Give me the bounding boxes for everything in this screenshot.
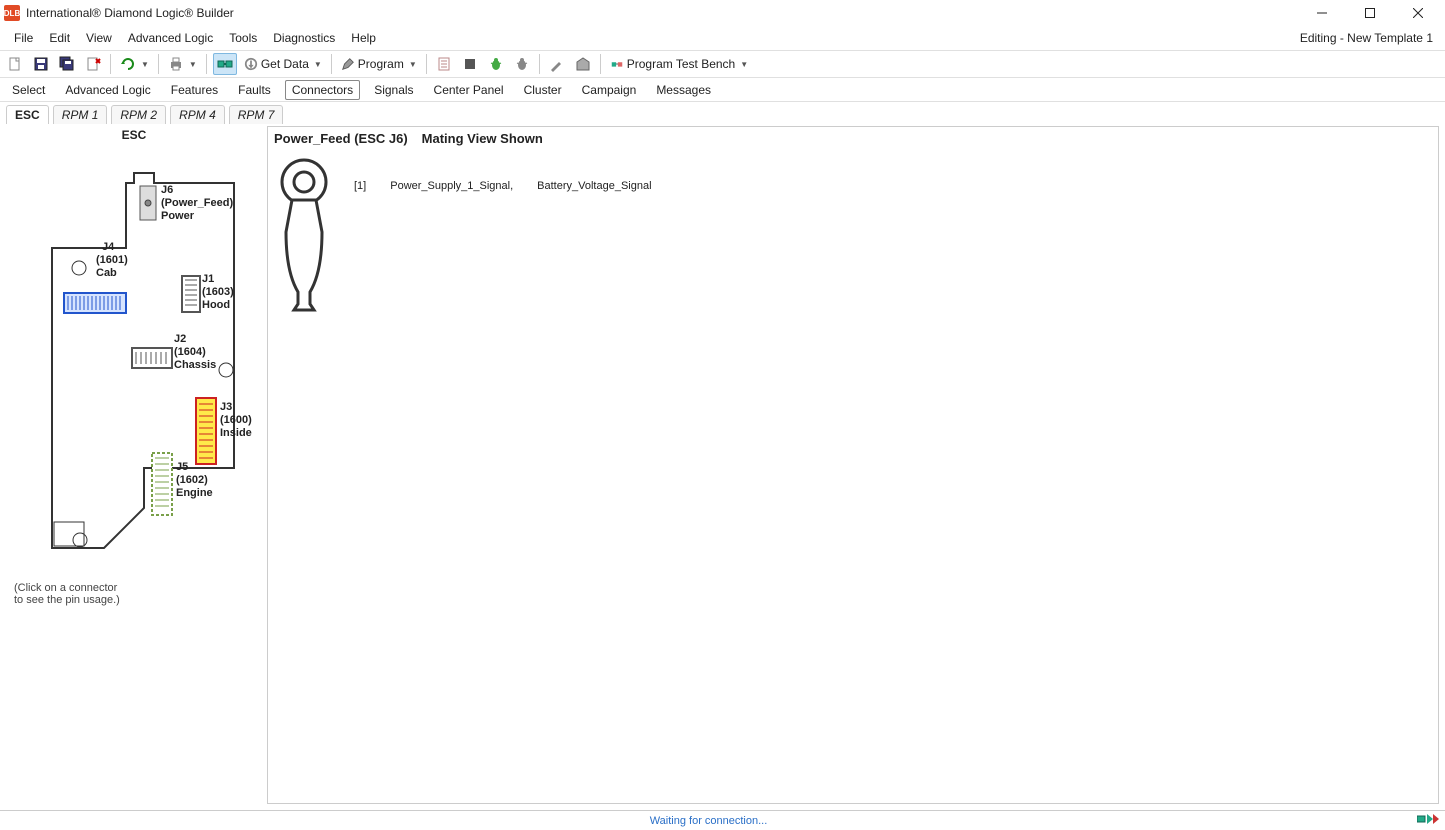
connector-j3[interactable] xyxy=(196,398,216,464)
get-data-button[interactable]: Get Data▼ xyxy=(241,53,325,75)
svg-text:J6: J6 xyxy=(161,184,173,196)
bug-green-icon[interactable] xyxy=(485,53,507,75)
svg-text:Cab: Cab xyxy=(96,267,117,279)
statusbar: Waiting for connection... xyxy=(0,810,1445,830)
svg-text:Chassis: Chassis xyxy=(174,359,216,371)
pin-signal-2: Battery_Voltage_Signal xyxy=(537,180,651,192)
stop-icon[interactable] xyxy=(459,53,481,75)
print-icon[interactable]: ▼ xyxy=(165,53,200,75)
get-data-label: Get Data xyxy=(261,57,309,71)
svg-text:J5: J5 xyxy=(176,461,188,473)
status-text: Waiting for connection... xyxy=(6,815,1411,827)
connector-detail-subtitle: Mating View Shown xyxy=(422,131,543,146)
toolbar: ▼ ▼ Get Data▼ Program▼ Program Test Benc… xyxy=(0,50,1445,78)
subtab-campaign[interactable]: Campaign xyxy=(576,81,643,99)
svg-text:Hood: Hood xyxy=(202,299,230,311)
menu-view[interactable]: View xyxy=(78,29,120,47)
close-button[interactable] xyxy=(1395,0,1441,26)
connector-j6[interactable] xyxy=(140,186,156,220)
svg-text:(1603): (1603) xyxy=(202,286,234,298)
subtab-advanced-logic[interactable]: Advanced Logic xyxy=(59,81,156,99)
report-icon[interactable] xyxy=(433,53,455,75)
svg-text:(1601): (1601) xyxy=(96,254,128,266)
svg-text:Engine: Engine xyxy=(176,487,213,499)
right-panel: Power_Feed (ESC J6) Mating View Shown [1… xyxy=(267,126,1439,804)
subtab-faults[interactable]: Faults xyxy=(232,81,277,99)
module-tab-rpm2[interactable]: RPM 2 xyxy=(111,105,166,124)
menu-diagnostics[interactable]: Diagnostics xyxy=(265,29,343,47)
connector-j1[interactable] xyxy=(182,276,200,312)
subtab-messages[interactable]: Messages xyxy=(650,81,717,99)
svg-text:J4: J4 xyxy=(102,241,115,253)
svg-text:J1: J1 xyxy=(202,273,214,285)
terminal-icon xyxy=(274,152,334,312)
content-area: ESC J6 (Power_Feed) Power J4 (1601) Cab xyxy=(0,124,1445,810)
connect-icon[interactable] xyxy=(213,53,237,75)
window-titlebar: DLB International® Diamond Logic® Builde… xyxy=(0,0,1445,26)
test-bench-label: Program Test Bench xyxy=(627,57,736,71)
subtab-center-panel[interactable]: Center Panel xyxy=(428,81,510,99)
subtab-select[interactable]: Select xyxy=(6,81,51,99)
pin-signal-1: Power_Supply_1_Signal, xyxy=(390,180,513,192)
svg-text:(Power_Feed): (Power_Feed) xyxy=(161,197,233,209)
esc-diagram: J6 (Power_Feed) Power J4 (1601) Cab J1 xyxy=(14,148,254,558)
module-tab-rpm1[interactable]: RPM 1 xyxy=(53,105,108,124)
connector-j2[interactable] xyxy=(132,348,172,368)
subtab-connectors[interactable]: Connectors xyxy=(285,80,360,100)
svg-text:(1604): (1604) xyxy=(174,346,206,358)
hint-text: (Click on a connector to see the pin usa… xyxy=(14,582,267,606)
svg-text:J2: J2 xyxy=(174,333,186,345)
connection-status-icon xyxy=(1417,812,1439,829)
left-panel: ESC J6 (Power_Feed) Power J4 (1601) Cab xyxy=(0,124,267,810)
editing-status: Editing - New Template 1 xyxy=(1300,31,1439,45)
connector-j5[interactable] xyxy=(152,453,172,515)
connector-detail-title: Power_Feed (ESC J6) xyxy=(274,131,408,146)
module-tab-rpm7[interactable]: RPM 7 xyxy=(229,105,284,124)
test-bench-button[interactable]: Program Test Bench▼ xyxy=(607,53,751,75)
menu-edit[interactable]: Edit xyxy=(41,29,78,47)
tool-icon[interactable] xyxy=(546,53,568,75)
subtab-bar: Select Advanced Logic Features Faults Co… xyxy=(0,78,1445,102)
refresh-icon[interactable]: ▼ xyxy=(117,53,152,75)
menu-help[interactable]: Help xyxy=(343,29,384,47)
delete-icon[interactable] xyxy=(82,53,104,75)
menu-file[interactable]: File xyxy=(6,29,41,47)
program-button[interactable]: Program▼ xyxy=(338,53,420,75)
svg-text:Inside: Inside xyxy=(220,427,252,439)
bug-grey-icon[interactable] xyxy=(511,53,533,75)
minimize-button[interactable] xyxy=(1299,0,1345,26)
subtab-cluster[interactable]: Cluster xyxy=(518,81,568,99)
subtab-signals[interactable]: Signals xyxy=(368,81,419,99)
svg-text:(1602): (1602) xyxy=(176,474,208,486)
module-tab-esc[interactable]: ESC xyxy=(6,105,49,124)
svg-text:(1600): (1600) xyxy=(220,414,252,426)
new-icon[interactable] xyxy=(4,53,26,75)
save-icon[interactable] xyxy=(30,53,52,75)
app-icon: DLB xyxy=(4,5,20,21)
menu-advanced-logic[interactable]: Advanced Logic xyxy=(120,29,221,47)
menu-tools[interactable]: Tools xyxy=(221,29,265,47)
subtab-features[interactable]: Features xyxy=(165,81,224,99)
svg-text:Power: Power xyxy=(161,210,195,222)
esc-title: ESC xyxy=(14,128,254,142)
maximize-button[interactable] xyxy=(1347,0,1393,26)
pin-index: [1] xyxy=(354,180,366,192)
program-label: Program xyxy=(358,57,404,71)
connector-j4[interactable] xyxy=(64,293,126,313)
pin-row: [1] Power_Supply_1_Signal, Battery_Volta… xyxy=(354,152,652,192)
module-tab-rpm4[interactable]: RPM 4 xyxy=(170,105,225,124)
module-tab-bar: ESC RPM 1 RPM 2 RPM 4 RPM 7 xyxy=(0,102,1445,124)
tag-icon[interactable] xyxy=(572,53,594,75)
save-all-icon[interactable] xyxy=(56,53,78,75)
window-title: International® Diamond Logic® Builder xyxy=(26,6,234,20)
svg-text:J3: J3 xyxy=(220,401,232,413)
menubar: File Edit View Advanced Logic Tools Diag… xyxy=(0,26,1445,50)
